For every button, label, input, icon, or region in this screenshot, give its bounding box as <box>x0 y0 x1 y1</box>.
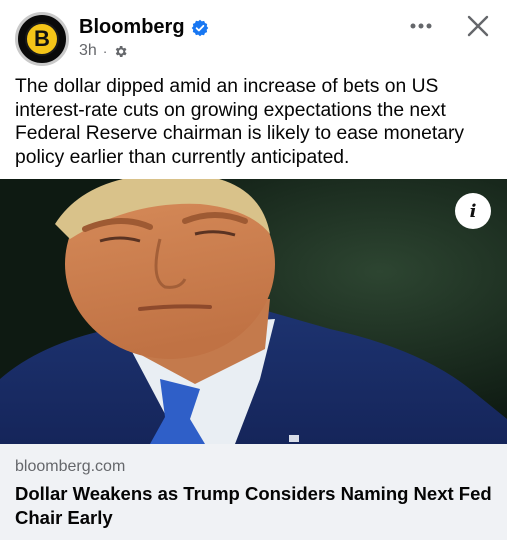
link-title[interactable]: Dollar Weakens as Trump Considers Naming… <box>15 482 495 529</box>
post-text: The dollar dipped amid an increase of be… <box>15 76 465 168</box>
bloomberg-logo: B <box>25 22 59 56</box>
gear-icon[interactable] <box>113 44 128 59</box>
page-name[interactable]: Bloomberg <box>79 16 185 39</box>
link-preview[interactable]: bloomberg.com Dollar Weakens as Trump Co… <box>0 444 507 540</box>
post-meta: 3h · <box>79 42 128 60</box>
link-domain: bloomberg.com <box>15 458 126 475</box>
verified-badge-icon <box>191 19 209 37</box>
post-image[interactable] <box>0 179 507 444</box>
more-options-button[interactable] <box>404 14 438 38</box>
meta-separator: · <box>102 43 108 59</box>
post-timestamp[interactable]: 3h <box>79 42 97 60</box>
image-info-button[interactable]: i <box>455 193 491 229</box>
post-photo <box>0 179 507 444</box>
more-horizontal-icon <box>410 23 432 29</box>
close-icon <box>467 15 489 37</box>
avatar[interactable]: B <box>15 12 69 66</box>
facebook-post: B Bloomberg 3h · The dollar dipped amid … <box>0 0 507 540</box>
close-button[interactable] <box>462 10 494 42</box>
post-header: B Bloomberg 3h · <box>0 0 507 70</box>
page-name-row: Bloomberg <box>79 16 209 39</box>
